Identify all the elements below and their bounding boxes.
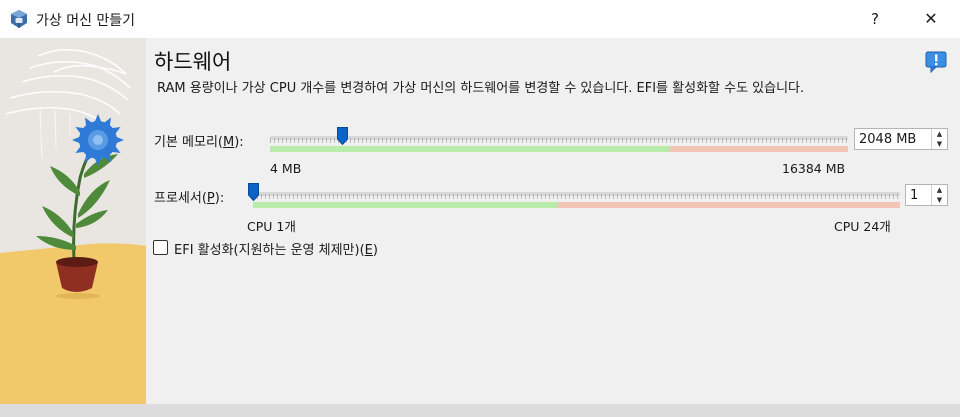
info-balloon-icon[interactable] [925, 51, 947, 73]
window-title: 가상 머신 만들기 [36, 13, 136, 29]
slider-warn-zone [669, 146, 848, 152]
spin-up-icon[interactable]: ▲ [932, 129, 947, 139]
efi-checkbox-label[interactable]: EFI 활성화(지원하는 운영 체제만)(E) [174, 239, 378, 258]
base-memory-label: 기본 메모리(M): [154, 135, 244, 150]
processor-label: 프로세서(P): [154, 191, 225, 206]
help-button[interactable]: ? [852, 0, 898, 38]
slider-ticks [270, 138, 847, 143]
slider-handle[interactable] [337, 127, 348, 145]
slider-handle[interactable] [248, 183, 259, 201]
slider-safe-zone [270, 146, 669, 152]
button-bar [0, 404, 960, 417]
spinbox-arrows: ▲ ▼ [931, 185, 947, 205]
base-memory-spinbox[interactable]: 2048 MB ▲ ▼ [854, 128, 948, 150]
page-title: 하드웨어 [154, 50, 232, 74]
spinbox-arrows: ▲ ▼ [931, 129, 947, 149]
wizard-illustration [0, 38, 146, 404]
slider-ticks [253, 194, 898, 199]
efi-checkbox[interactable] [153, 240, 168, 255]
spinbox-value[interactable]: 2048 MB [859, 132, 916, 147]
spinbox-value[interactable]: 1 [910, 188, 918, 203]
base-memory-slider[interactable] [270, 127, 848, 152]
processor-min-label: CPU 1개 [247, 219, 296, 234]
processor-slider[interactable] [248, 183, 900, 208]
spin-up-icon[interactable]: ▲ [932, 185, 947, 195]
memory-max-label: 16384 MB [782, 161, 846, 176]
slider-safe-zone [253, 202, 557, 208]
slider-warn-zone [557, 202, 900, 208]
virtualbox-icon [11, 10, 27, 28]
memory-min-label: 4 MB [270, 161, 302, 176]
spin-down-icon[interactable]: ▼ [932, 195, 947, 205]
close-button[interactable]: ✕ [908, 0, 954, 38]
processor-spinbox[interactable]: 1 ▲ ▼ [905, 184, 948, 206]
spin-down-icon[interactable]: ▼ [932, 139, 947, 149]
title-bar: 가상 머신 만들기 ? ✕ [0, 0, 960, 38]
page-description: RAM 용량이나 가상 CPU 개수를 변경하여 가상 머신의 하드웨어를 변경… [157, 81, 805, 96]
processor-max-label: CPU 24개 [834, 219, 891, 234]
